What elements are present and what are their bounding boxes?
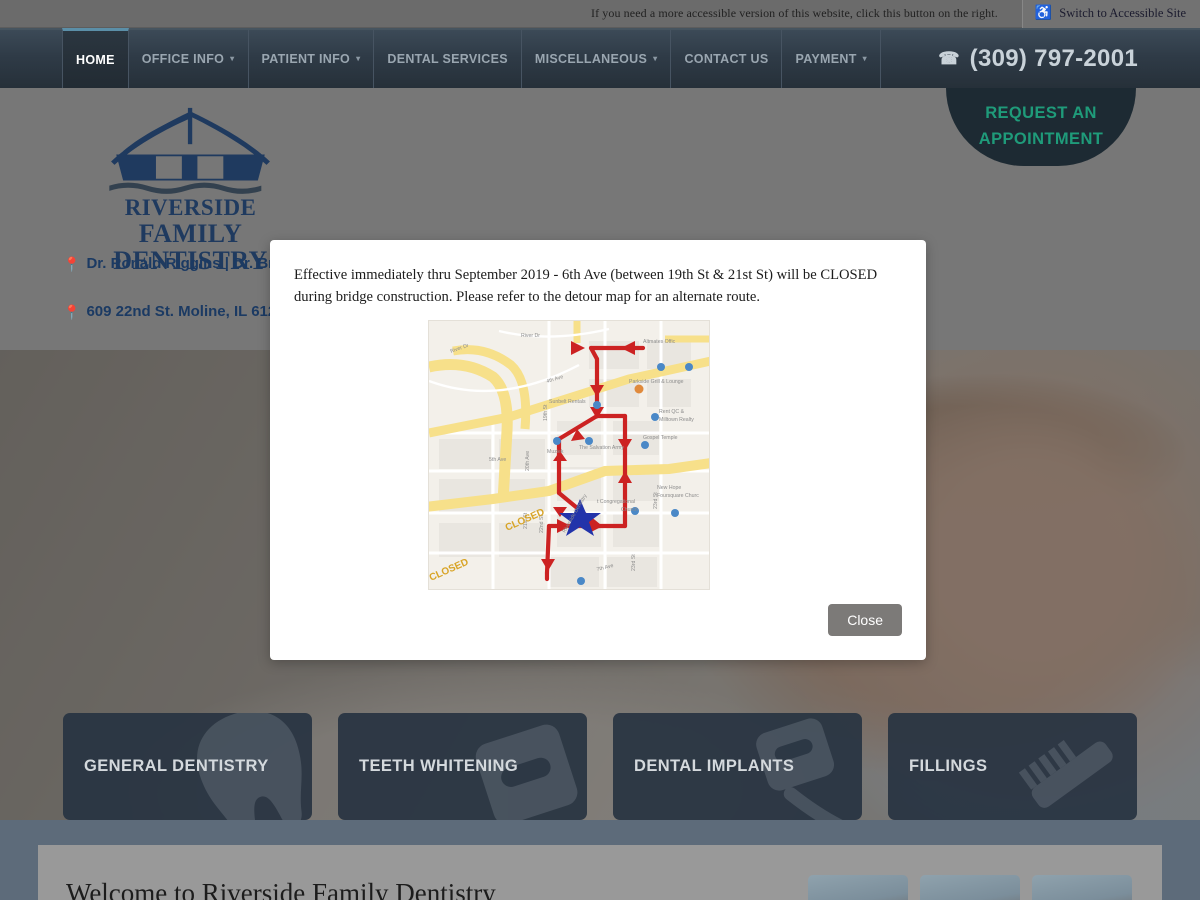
- staff-thumbnail-list: [808, 875, 1132, 900]
- service-card-teeth-whitening[interactable]: TEETH WHITENING: [338, 713, 587, 820]
- nav-item-payment[interactable]: PAYMENT ▾: [782, 30, 881, 88]
- logo-line-1: RIVERSIDE: [124, 195, 257, 220]
- wheelchair-icon: ♿: [1034, 5, 1053, 21]
- svg-text:Muziek: Muziek: [547, 449, 564, 455]
- nav-item-label: PAYMENT: [795, 52, 857, 66]
- nav-item-label: OFFICE INFO: [141, 52, 225, 66]
- chevron-down-icon: ▾: [862, 54, 867, 63]
- switch-to-accessible-site-button[interactable]: ♿ Switch to Accessible Site: [1021, 0, 1200, 28]
- map-pin-icon: 📍: [63, 303, 81, 320]
- page-root: If you need a more accessible version of…: [0, 0, 1200, 900]
- accessible-site-label: Switch to Accessible Site: [1059, 6, 1186, 20]
- appointment-line-2: APPOINTMENT: [978, 130, 1104, 148]
- staff-photo-2[interactable]: [920, 875, 1020, 900]
- chevron-down-icon: ▾: [653, 54, 658, 63]
- svg-text:5th Ave: 5th Ave: [489, 457, 506, 463]
- nav-item-label: HOME: [76, 52, 115, 67]
- service-card-general-dentistry[interactable]: GENERAL DENTISTRY: [63, 713, 312, 820]
- main-navigation: HOME OFFICE INFO ▾ PATIENT INFO ▾ DENTAL…: [0, 28, 1200, 88]
- service-card-dental-implants[interactable]: DENTAL IMPLANTS: [613, 713, 862, 820]
- modal-close-button[interactable]: Close: [828, 604, 902, 636]
- service-card-list: GENERAL DENTISTRY TEETH WHITENING DENTAL…: [0, 713, 1200, 820]
- nav-item-label: PATIENT INFO: [261, 52, 351, 66]
- welcome-panel: Welcome to Riverside Family Dentistry: [38, 845, 1162, 900]
- service-card-label: DENTAL IMPLANTS: [634, 757, 795, 775]
- svg-text:19th St: 19th St: [543, 404, 549, 421]
- staff-photo-3[interactable]: [1032, 875, 1132, 900]
- svg-text:The Salvation Army: The Salvation Army: [579, 445, 624, 451]
- nav-item-label: DENTAL SERVICES: [387, 52, 508, 66]
- svg-text:Parkside Grill & Lounge: Parkside Grill & Lounge: [629, 379, 684, 385]
- nav-item-home[interactable]: HOME: [62, 28, 129, 88]
- nav-item-list: HOME OFFICE INFO ▾ PATIENT INFO ▾ DENTAL…: [62, 28, 881, 88]
- announcement-modal: Effective immediately thru September 201…: [270, 240, 926, 660]
- nav-item-contact-us[interactable]: CONTACT US: [671, 30, 783, 88]
- page-title: Welcome to Riverside Family Dentistry: [66, 878, 496, 900]
- modal-message: Effective immediately thru September 201…: [294, 267, 878, 306]
- phone-icon: ☎: [938, 49, 960, 68]
- nav-item-miscellaneous[interactable]: MISCELLANEOUS ▾: [522, 30, 672, 88]
- appointment-line-1: REQUEST AN: [985, 104, 1097, 123]
- svg-text:Sunbelt Rentals: Sunbelt Rentals: [549, 399, 586, 405]
- toothbrush-icon: [1018, 740, 1113, 808]
- service-card-label: TEETH WHITENING: [359, 757, 519, 775]
- nav-item-dental-services[interactable]: DENTAL SERVICES: [374, 30, 522, 88]
- chevron-down-icon: ▾: [230, 54, 235, 63]
- svg-text:Rent QC &: Rent QC &: [659, 409, 685, 415]
- chevron-down-icon: ▾: [356, 54, 361, 63]
- nav-item-label: MISCELLANEOUS: [534, 52, 648, 66]
- accessibility-bar: If you need a more accessible version of…: [0, 0, 1200, 28]
- nav-item-label: CONTACT US: [684, 52, 769, 66]
- svg-text:Altmates Offic: Altmates Offic: [643, 339, 676, 345]
- staff-photo-1[interactable]: [808, 875, 908, 900]
- address-line[interactable]: 📍 609 22nd St. Moline, IL 61265: [63, 303, 293, 320]
- detour-map-image[interactable]: River Dr River Dr 4th Ave Altmates Offic…: [428, 320, 710, 590]
- svg-text:t Congregational: t Congregational: [597, 499, 635, 505]
- svg-text:Milltown Realty: Milltown Realty: [659, 417, 694, 423]
- service-card-fillings[interactable]: FILLINGS: [888, 713, 1137, 820]
- svg-text:23rd St: 23rd St: [631, 554, 637, 571]
- svg-text:20th Ave: 20th Ave: [525, 451, 531, 471]
- svg-text:Gospel Temple: Gospel Temple: [643, 435, 678, 441]
- svg-text:Church: Church: [621, 507, 638, 513]
- nav-item-patient-info[interactable]: PATIENT INFO ▾: [249, 30, 375, 88]
- phone-number: (309) 797-2001: [969, 45, 1138, 72]
- service-card-label: FILLINGS: [909, 757, 988, 775]
- header-phone-link[interactable]: ☎ (309) 797-2001: [938, 30, 1200, 88]
- svg-text:Foursquare Churc: Foursquare Churc: [657, 493, 699, 499]
- address-text: 609 22nd St. Moline, IL 61265: [86, 303, 293, 320]
- detour-map-svg: River Dr River Dr 4th Ave Altmates Offic…: [429, 321, 709, 589]
- nav-item-office-info[interactable]: OFFICE INFO ▾: [129, 30, 249, 88]
- accessibility-message: If you need a more accessible version of…: [590, 6, 998, 20]
- svg-text:23rd St: 23rd St: [653, 492, 659, 509]
- bridge-logo-icon: [109, 107, 270, 194]
- svg-text:New Hope: New Hope: [657, 485, 681, 491]
- service-card-label: GENERAL DENTISTRY: [84, 757, 269, 775]
- svg-text:River Dr: River Dr: [521, 333, 540, 339]
- map-pin-icon: 📍: [63, 255, 81, 272]
